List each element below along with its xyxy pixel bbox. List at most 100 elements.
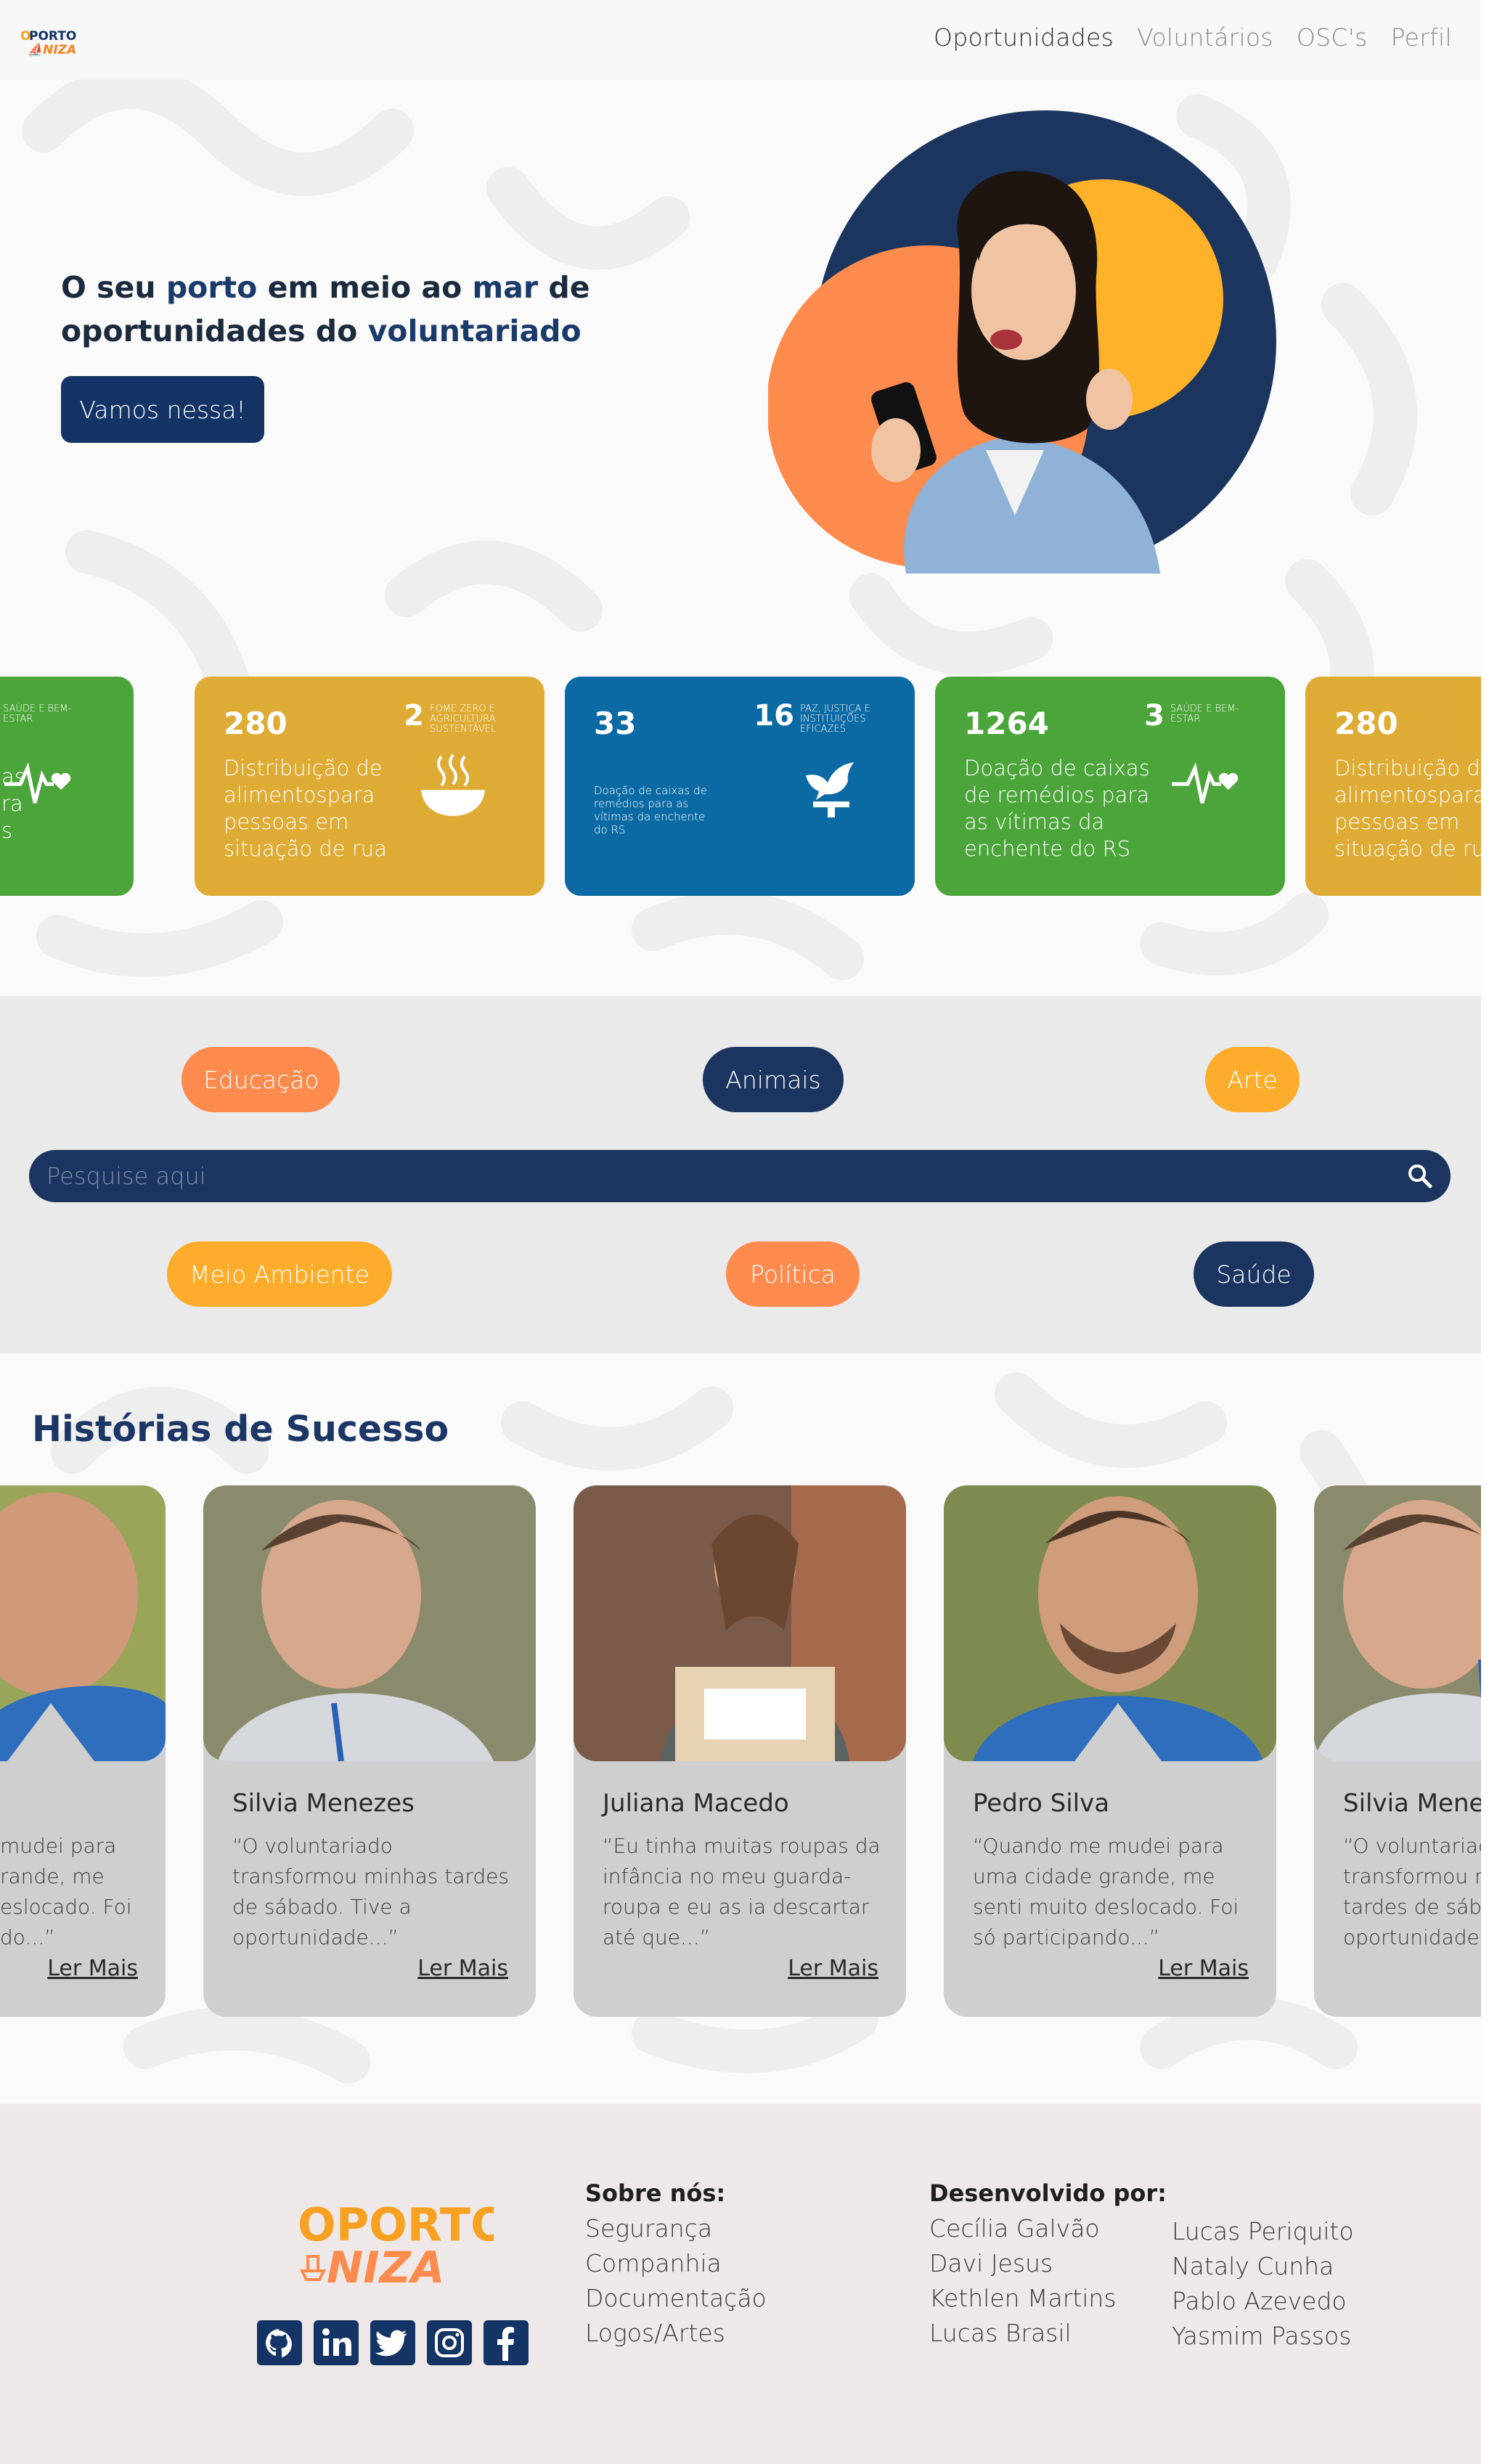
nav-perfil[interactable]: Perfil (1391, 23, 1452, 52)
nav-oportunidades[interactable]: Oportunidades (934, 23, 1114, 52)
ods-number: 16 (754, 699, 794, 733)
card-number: 280 (1334, 706, 1398, 741)
hero-text: O seu (61, 270, 166, 305)
search-icon[interactable] (1406, 1162, 1435, 1191)
ods-title: SAÚDE E BEM-ESTAR (3, 703, 72, 725)
ods-number: 2 (404, 699, 424, 733)
heartbeat-icon (4, 762, 71, 804)
hero-highlight: voluntariado (367, 314, 582, 348)
search-bar (29, 1150, 1451, 1202)
category-educacao[interactable]: Educação (181, 1047, 340, 1112)
oportoniza-logo[interactable]: OPORTO NIZA (298, 2198, 494, 2285)
story-photo (203, 1485, 536, 1761)
nav-voluntarios[interactable]: Voluntários (1137, 23, 1273, 52)
footer-link[interactable]: Segurança (585, 2211, 767, 2246)
story-card[interactable]: Silvia Menezes “O voluntariado transform… (203, 1485, 536, 2017)
developer-name: Lucas Brasil (929, 2319, 1072, 2347)
svg-text:⛵NIZA: ⛵NIZA (28, 42, 76, 57)
story-card[interactable]: Pedro Silva “Quando me mudei para uma ci… (944, 1485, 1276, 2017)
impact-card[interactable]: 3 SAÚDE E BEM-ESTAR as ra s (0, 677, 134, 896)
cta-button[interactable]: Vamos nessa! (61, 376, 264, 443)
food-bowl-icon (421, 754, 485, 816)
category-animais[interactable]: Animais (703, 1047, 844, 1112)
story-quote: “Quando me mudei para uma cidade grande,… (973, 1834, 1239, 1949)
story-name: Silvia Menez (1343, 1789, 1497, 1818)
card-number: 1264 (964, 706, 1049, 741)
ods-number: 3 (1144, 699, 1164, 733)
impact-card[interactable]: 1264 Doação de caixas de remédios para a… (935, 677, 1285, 896)
story-quote: “O voluntariad transformou r tardes de s… (1343, 1834, 1491, 1949)
read-more-link[interactable]: Ler Mais (788, 1956, 878, 1981)
story-quote: mudei para rande, me eslocado. Foi do...… (0, 1834, 132, 1949)
read-more-link[interactable]: Ler Mais (417, 1956, 508, 1981)
hero-text: oportunidades do (61, 314, 368, 348)
hero-text: de (538, 270, 590, 305)
developer-name: Davi Jesus (929, 2249, 1053, 2277)
story-photo (574, 1485, 906, 1761)
heartbeat-icon (1172, 762, 1239, 804)
oportoniza-logo[interactable]: O PORTO ⛵NIZA (20, 28, 86, 57)
card-number: 33 (594, 706, 637, 741)
story-name: Juliana Macedo (603, 1789, 789, 1818)
categories-section: Educação Animais Arte Meio Ambiente Polí… (0, 996, 1481, 1353)
main-nav: Oportunidades Voluntários OSC's Perfil (934, 23, 1452, 52)
about-column: Sobre nós: Segurança Companhia Documenta… (585, 2179, 767, 2351)
read-more-link[interactable]: Ler Mais (47, 1956, 138, 1981)
facebook-icon[interactable] (484, 2320, 529, 2365)
story-photo (0, 1485, 166, 1761)
impact-card[interactable]: 33 Doação de caixas de remédios para as … (565, 677, 915, 896)
developer-name: Lucas Periquito (1172, 2217, 1354, 2245)
developer-name: Cecília Galvão (929, 2214, 1100, 2243)
ods-title: PAZ, JUSTIÇA E INSTITUIÇÕES EFICAZES (800, 703, 870, 735)
developer-name: Yasmim Passos (1172, 2322, 1352, 2350)
nav-oscs[interactable]: OSC's (1297, 23, 1368, 52)
story-name: Silvia Menezes (232, 1789, 415, 1818)
category-saude[interactable]: Saúde (1194, 1241, 1314, 1307)
footer-link[interactable]: Companhia (585, 2246, 767, 2281)
stories-title: Histórias de Sucesso (32, 1408, 449, 1450)
story-card[interactable]: Juliana Macedo “Eu tinha muitas roupas d… (574, 1485, 906, 2017)
developers-column-2: Lucas Periquito Nataly Cunha Pablo Azeve… (1172, 2214, 1354, 2354)
read-more-link[interactable]: Ler Mais (1158, 1956, 1249, 1981)
github-icon[interactable] (257, 2320, 302, 2365)
hero-highlight: mar (472, 270, 539, 305)
card-description: Distribuição de alimentospara pessoas em… (1334, 756, 1497, 861)
ods-badge: 3 SAÚDE E BEM-ESTAR (1144, 701, 1265, 730)
story-photo (944, 1485, 1276, 1761)
developer-name: Kethlen Martins (929, 2284, 1117, 2312)
ods-badge: 2 FOME ZERO E AGRICULTURA SUSTENTÁVEL (404, 701, 524, 735)
page-edge (1481, 0, 1497, 2464)
impact-card[interactable]: 280 Distribuição de alimentospara pessoa… (195, 677, 544, 896)
category-meio-ambiente[interactable]: Meio Ambiente (167, 1241, 392, 1307)
ods-title: FOME ZERO E AGRICULTURA SUSTENTÁVEL (430, 703, 497, 735)
footer-link[interactable]: Documentação (585, 2281, 767, 2316)
page: O PORTO ⛵NIZA Oportunidades Voluntários … (0, 0, 1497, 2464)
impact-card[interactable]: 280 Distribuição de alimentospara pessoa… (1305, 677, 1497, 896)
card-number: 280 (224, 706, 287, 741)
developers-column: Desenvolvido por: Cecília Galvão Davi Je… (929, 2179, 1167, 2351)
social-links (257, 2320, 529, 2365)
dove-gavel-icon (806, 762, 854, 817)
developer-name: Pablo Azevedo (1172, 2287, 1347, 2315)
story-quote: “O voluntariado transformou minhas tarde… (232, 1834, 509, 1949)
top-header: O PORTO ⛵NIZA Oportunidades Voluntários … (0, 0, 1481, 80)
about-title: Sobre nós: (585, 2179, 726, 2207)
hero-illustration (768, 110, 1276, 574)
developers-title: Desenvolvido por: (929, 2179, 1167, 2207)
card-description: Distribuição de alimentospara pessoas em… (224, 756, 387, 861)
instagram-icon[interactable] (427, 2320, 472, 2365)
twitter-icon[interactable] (370, 2320, 415, 2365)
story-name: Pedro Silva (973, 1789, 1110, 1818)
ods-badge: 3 SAÚDE E BEM-ESTAR (0, 701, 97, 730)
story-quote: “Eu tinha muitas roupas da infância no m… (603, 1834, 881, 1949)
category-politica[interactable]: Política (726, 1241, 860, 1307)
linkedin-icon[interactable] (314, 2320, 359, 2365)
hero-text: em meio ao (257, 270, 473, 305)
search-input[interactable] (46, 1150, 1353, 1202)
story-card[interactable]: mudei para rande, me eslocado. Foi do...… (0, 1485, 166, 2017)
footer-link[interactable]: Logos/Artes (585, 2316, 767, 2351)
story-card[interactable]: Silvia Menez “O voluntariad transformou … (1314, 1485, 1497, 2017)
category-arte[interactable]: Arte (1205, 1047, 1300, 1112)
hero-title: O seu porto em meio ao mar de oportunida… (61, 266, 642, 353)
card-description: Doação de caixas de remédios para as vít… (964, 756, 1150, 861)
